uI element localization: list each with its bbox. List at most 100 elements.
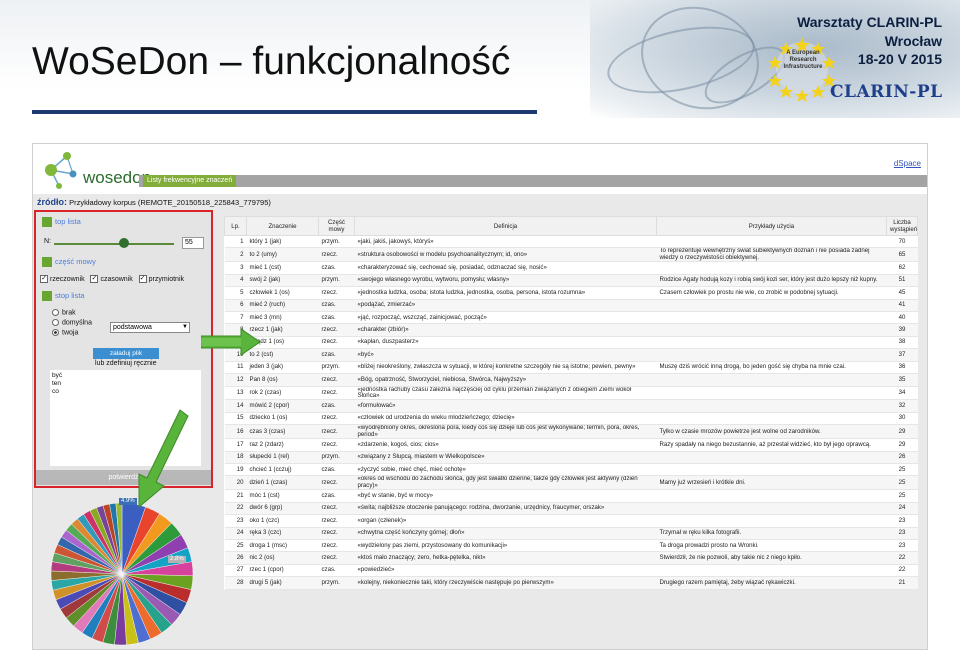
- cell-index: 17: [224, 438, 247, 452]
- radio-none[interactable]: brak: [52, 309, 76, 316]
- dspace-link[interactable]: dSpace: [894, 159, 921, 168]
- col-header-meaning[interactable]: Znaczenie: [246, 216, 319, 236]
- table-row: 19 chcieć 1 (cczuj) czas. «życzyć sobie, mi…: [224, 463, 918, 477]
- cell-meaning: dwór 6 (grp): [246, 502, 319, 516]
- checkbox-adjective[interactable]: ✓: [138, 275, 147, 283]
- top-list-heading: top lista: [42, 217, 81, 228]
- cell-example: To reprezentuje wewnętrzny świat subiekt…: [656, 247, 887, 263]
- cell-index: 28: [224, 576, 247, 590]
- clarin-pl-logo: CLARIN-PL: [830, 82, 943, 102]
- checkbox-noun[interactable]: ✓: [40, 275, 48, 283]
- cell-count: 41: [886, 299, 918, 313]
- cell-index: 21: [224, 489, 247, 503]
- tab-frequency-lists[interactable]: Listy frekwencyjne znaczeń: [143, 175, 237, 187]
- cell-index: 3: [224, 261, 247, 275]
- table-row: 27 rzec 1 (cpor) czas. «powiedzieć» 22: [224, 564, 918, 578]
- table-row: 3 mieć 1 (cst) czas. «charakteryzować się, …: [224, 261, 918, 275]
- cell-meaning: rzec 1 (cpor): [246, 564, 319, 578]
- cell-pos: rzecz.: [318, 286, 355, 300]
- radio-own[interactable]: twoja: [52, 329, 78, 336]
- section-marker-icon: [42, 257, 52, 268]
- table-row: 28 drugi 5 (jak) przym. «kolejny, niekoniec…: [224, 576, 918, 590]
- cell-pos: rzecz.: [318, 424, 355, 440]
- radio-icon: [52, 319, 59, 326]
- wosedon-logo-icon: [45, 152, 77, 189]
- app-header: wosedon Listy frekwencyjne znaczeń dSpac…: [33, 144, 927, 194]
- cell-count: 23: [886, 539, 918, 553]
- cell-example: [656, 235, 887, 249]
- col-header-examples[interactable]: Przykłady użycia: [656, 216, 887, 236]
- cell-index: 15: [224, 412, 247, 426]
- cell-example: [656, 489, 887, 503]
- checkbox-verb[interactable]: ✓: [90, 275, 99, 283]
- cell-count: 23: [886, 514, 918, 528]
- chevron-down-icon: ▼: [182, 324, 188, 330]
- table-header-row: Lp. Znaczenie Część mowy Definicja Przyk…: [224, 216, 918, 236]
- stoplist-select[interactable]: podstawowa ▼: [110, 322, 190, 333]
- pos-checkboxes: ✓ rzeczownik ✓ czasownik ✓ przymiotnik: [40, 275, 184, 283]
- cell-index: 24: [224, 527, 247, 541]
- cell-example: Razy spadały na niego bezustannie, aż pr…: [656, 438, 887, 452]
- cell-count: 25: [886, 489, 918, 503]
- eu-emblem-text: A European Research Infrastructure: [783, 50, 823, 70]
- cell-example: [656, 502, 887, 516]
- cell-example: [656, 386, 887, 401]
- cell-meaning: Pan 8 (os): [246, 373, 319, 387]
- cell-pos: czas.: [318, 463, 355, 477]
- cell-index: 13: [224, 386, 247, 401]
- cell-count: 38: [886, 336, 918, 350]
- stoplist-heading: stop lista: [42, 291, 85, 302]
- upload-file-button[interactable]: załaduj plik: [93, 348, 159, 359]
- cell-meaning: dziecko 1 (os): [246, 412, 319, 426]
- radio-default[interactable]: domyślna: [52, 319, 92, 326]
- n-value-input[interactable]: 55: [182, 237, 204, 249]
- n-label: N:: [44, 238, 51, 245]
- cell-count: 32: [886, 399, 918, 413]
- cell-definition: «jaki, jakiś, jakowyś, któryś»: [354, 235, 657, 249]
- cell-count: 35: [886, 373, 918, 387]
- pos-heading: część mowy: [42, 257, 96, 268]
- cell-count: 37: [886, 348, 918, 362]
- section-marker-icon: [42, 217, 52, 228]
- table-row: 24 ręka 3 (czc) rzecz. «chwytna część kończ…: [224, 527, 918, 541]
- cell-pos: czas.: [318, 489, 355, 503]
- cell-meaning: jeden 3 (jak): [246, 361, 319, 375]
- workshop-date: 18-20 V 2015: [857, 51, 942, 67]
- cell-example: [656, 348, 887, 362]
- table-row: 22 dwór 6 (grp) rzecz. «świta; najbliższe o…: [224, 502, 918, 516]
- checkbox-noun-label: rzeczownik: [50, 275, 85, 283]
- col-header-lp[interactable]: Lp.: [224, 216, 247, 236]
- cell-example: [656, 336, 887, 350]
- cell-meaning: chcieć 1 (cczuj): [246, 463, 319, 477]
- cell-example: [656, 463, 887, 477]
- cell-count: 22: [886, 564, 918, 578]
- cell-index: 5: [224, 286, 247, 300]
- col-header-pos[interactable]: Część mowy: [318, 216, 355, 236]
- workshop-city: Wrocław: [884, 33, 942, 49]
- arrow-down-icon: [138, 409, 189, 508]
- cell-meaning: oko 1 (czc): [246, 514, 319, 528]
- col-header-definition[interactable]: Definicja: [354, 216, 657, 236]
- cell-definition: «kolejny, niekoniecznie taki, który rzec…: [354, 576, 657, 590]
- cell-count: 25: [886, 475, 918, 491]
- cell-meaning: człowiek 1 (os): [246, 286, 319, 300]
- cell-example: Trzymał w ręku kilka fotografii.: [656, 527, 887, 541]
- cell-index: 11: [224, 361, 247, 375]
- cell-pos: przym.: [318, 274, 355, 288]
- cell-pos: rzecz.: [318, 514, 355, 528]
- cell-definition: «organ (człenek)»: [354, 514, 657, 528]
- table-row: 6 mieć 2 (ruch) czas. «podążać, zmierzać» 41: [224, 299, 918, 313]
- n-slider-handle[interactable]: [119, 238, 129, 248]
- cell-example: [656, 399, 887, 413]
- cell-definition: «wyodrębniony okres, określona pora, kie…: [354, 424, 657, 440]
- cell-index: 25: [224, 539, 247, 553]
- col-header-count[interactable]: Liczba wystąpień: [886, 216, 918, 236]
- n-slider-track[interactable]: [54, 243, 174, 245]
- table-row: 2 to 2 (umy) rzecz. «struktura osobowości w…: [224, 247, 918, 263]
- cell-definition: «wydzielony pas ziemi, przystosowany do …: [354, 539, 657, 553]
- table-row: 23 oko 1 (czc) rzecz. «organ (człenek)» 23: [224, 514, 918, 528]
- cell-pos: czas.: [318, 311, 355, 325]
- cell-index: 18: [224, 451, 247, 465]
- cell-definition: «struktura osobowości w modelu psychoana…: [354, 247, 657, 263]
- cell-count: 51: [886, 274, 918, 288]
